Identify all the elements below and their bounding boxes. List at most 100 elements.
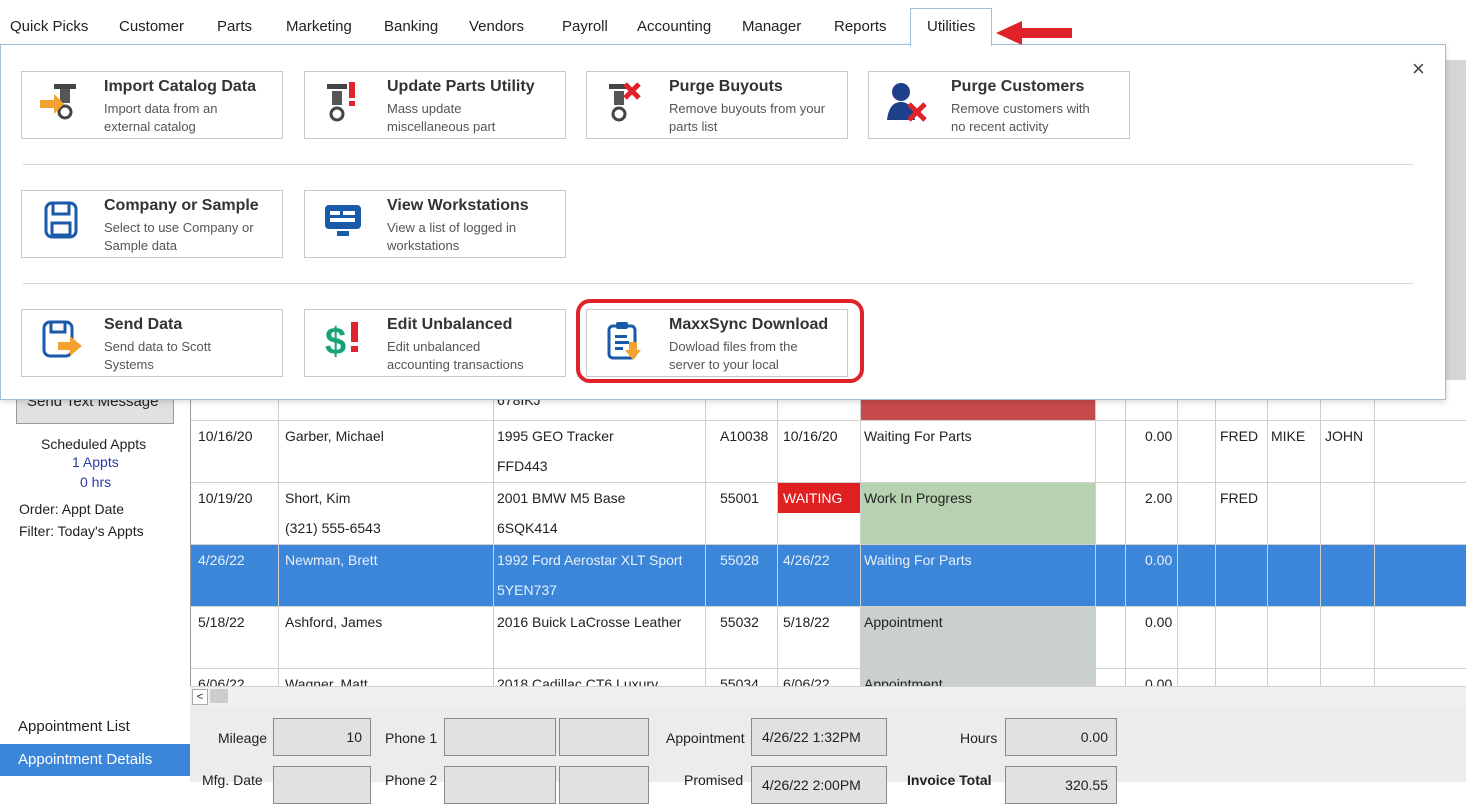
tab-utilities[interactable]: Utilities (910, 8, 992, 46)
tile-title: Company or Sample (104, 197, 259, 214)
appointment-details-tab[interactable]: Appointment Details (0, 744, 190, 776)
tile-description: Send data to Scott Systems (104, 339, 211, 372)
cell-plate: FFD443 (497, 458, 548, 474)
appointment-list-tab[interactable]: Appointment List (18, 718, 130, 735)
appointment-field[interactable]: 4/26/22 1:32PM (751, 718, 887, 756)
tile-send-data[interactable]: Send Data Send data to Scott Systems (21, 309, 283, 377)
send-data-icon (42, 320, 82, 358)
close-icon[interactable]: × (1412, 56, 1425, 82)
cell-status: Waiting For Parts (864, 428, 972, 444)
mfg-date-field[interactable] (273, 766, 371, 804)
phone1-ext-field[interactable] (559, 718, 649, 756)
cell-vehicle: 1992 Ford Aerostar XLT Sport (497, 552, 683, 568)
grid-line (190, 420, 1466, 421)
menu-item-manager[interactable]: Manager (742, 18, 801, 35)
separator (23, 283, 1413, 284)
grid-line (278, 380, 279, 692)
menu-item-payroll[interactable]: Payroll (562, 18, 608, 35)
cell-t1: FRED (1220, 428, 1259, 444)
svg-text:$: $ (325, 321, 346, 362)
filter-label: Filter: Today's Appts (19, 523, 144, 539)
grid-line (1320, 380, 1321, 692)
cell-date: 5/18/22 (198, 614, 245, 630)
hours-field[interactable]: 0.00 (1005, 718, 1117, 756)
appts-count: 1 Appts (72, 454, 119, 470)
grid-line (190, 606, 1466, 607)
grid-line (860, 380, 861, 692)
dollar-alert-icon: $ (325, 321, 358, 362)
phone2-field[interactable] (444, 766, 556, 804)
purge-customers-icon (887, 83, 927, 122)
grid-border (190, 380, 191, 692)
cell-name: Newman, Brett (285, 552, 378, 568)
cell-phone: (321) 555-6543 (285, 520, 381, 536)
menu-item-marketing[interactable]: Marketing (286, 18, 352, 35)
menu-item-quick-picks[interactable]: Quick Picks (10, 18, 88, 35)
horizontal-scrollbar[interactable]: < (190, 686, 1466, 707)
cell-t2: MIKE (1271, 428, 1306, 444)
promised-label: Promised (684, 772, 744, 788)
invoice-total-field[interactable]: 320.55 (1005, 766, 1117, 804)
cell-vehicle: 2016 Buick LaCrosse Leather (497, 614, 682, 630)
cell-vehicle: 2001 BMW M5 Base (497, 490, 626, 506)
grid-line (1267, 380, 1268, 692)
floppy-disk-icon (44, 201, 78, 239)
cell-hours: 0.00 (1145, 552, 1173, 568)
grid-line (1125, 380, 1126, 692)
scroll-thumb[interactable] (210, 689, 228, 703)
phone2-ext-field[interactable] (559, 766, 649, 804)
left-panel: Scheduled Appts 1 Appts 0 hrs Order: App… (0, 380, 190, 782)
cell-status: Waiting For Parts (864, 552, 972, 568)
tile-description: Edit unbalanced accounting transactions (387, 339, 524, 372)
update-parts-icon (327, 82, 355, 122)
phone1-label: Phone 1 (385, 730, 438, 746)
tile-view-workstations[interactable]: View Workstations View a list of logged i… (304, 190, 566, 258)
tile-purge-buyouts[interactable]: Purge Buyouts Remove buyouts from your par… (586, 71, 848, 139)
tile-title: Purge Buyouts (669, 78, 783, 95)
separator (23, 164, 1413, 165)
grid-line (1374, 380, 1375, 692)
promised-field[interactable]: 4/26/22 2:00PM (751, 766, 887, 804)
tile-description: View a list of logged in workstations (387, 220, 517, 253)
cell-ro: 55001 (720, 490, 759, 506)
grid-line (190, 482, 1466, 483)
cell-plate: 5YEN737 (497, 582, 557, 598)
cell-promised: WAITING (783, 490, 843, 506)
menu-item-parts[interactable]: Parts (217, 18, 252, 35)
menu-item-reports[interactable]: Reports (834, 18, 887, 35)
cell-hours: 2.00 (1145, 490, 1173, 506)
tile-title: Edit Unbalanced (387, 316, 513, 333)
cell-name: Ashford, James (285, 614, 383, 630)
cell-date: 4/26/22 (198, 552, 245, 568)
tile-title: View Workstations (387, 197, 529, 214)
appointments-grid: 678IKJ 10/16/20 Garber, Michael 1995 GEO Tr… (190, 380, 1466, 692)
tile-update-parts-utility[interactable]: Update Parts Utility Mass update miscellan… (304, 71, 566, 139)
tile-description: Remove customers with no recent activity (951, 101, 1090, 134)
grid-line (1095, 380, 1096, 692)
menu-item-accounting[interactable]: Accounting (637, 18, 711, 35)
mileage-field[interactable]: 10 (273, 718, 371, 756)
background-panel (1445, 60, 1466, 400)
mfg-date-label: Mfg. Date (202, 772, 263, 788)
hours-label: Hours (960, 730, 998, 746)
menu-item-banking[interactable]: Banking (384, 18, 438, 35)
tile-company-or-sample[interactable]: Company or Sample Select to use Company o… (21, 190, 283, 258)
scroll-left-arrow[interactable]: < (192, 689, 208, 705)
menu-item-vendors[interactable]: Vendors (469, 18, 524, 35)
cell-date: 10/19/20 (198, 490, 253, 506)
cell-ro: A10038 (720, 428, 769, 444)
phone1-field[interactable] (444, 718, 556, 756)
import-catalog-icon (40, 84, 76, 120)
tile-purge-customers[interactable]: Purge Customers Remove customers with no r… (868, 71, 1130, 139)
grid-line (705, 380, 706, 692)
grid-line (493, 380, 494, 692)
tile-title: Purge Customers (951, 78, 1085, 95)
invoice-total-label: Invoice Total (907, 772, 992, 788)
cell-plate: 6SQK414 (497, 520, 558, 536)
tile-import-catalog-data[interactable]: Import Catalog Data Import data from an ex… (21, 71, 283, 139)
grid-line (190, 668, 1466, 669)
tile-edit-unbalanced[interactable]: $ Edit Unbalanced Edit unbalanced accountin… (304, 309, 566, 377)
cell-promised: 5/18/22 (783, 614, 830, 630)
cell-t1: FRED (1220, 490, 1259, 506)
menu-item-customer[interactable]: Customer (119, 18, 184, 35)
